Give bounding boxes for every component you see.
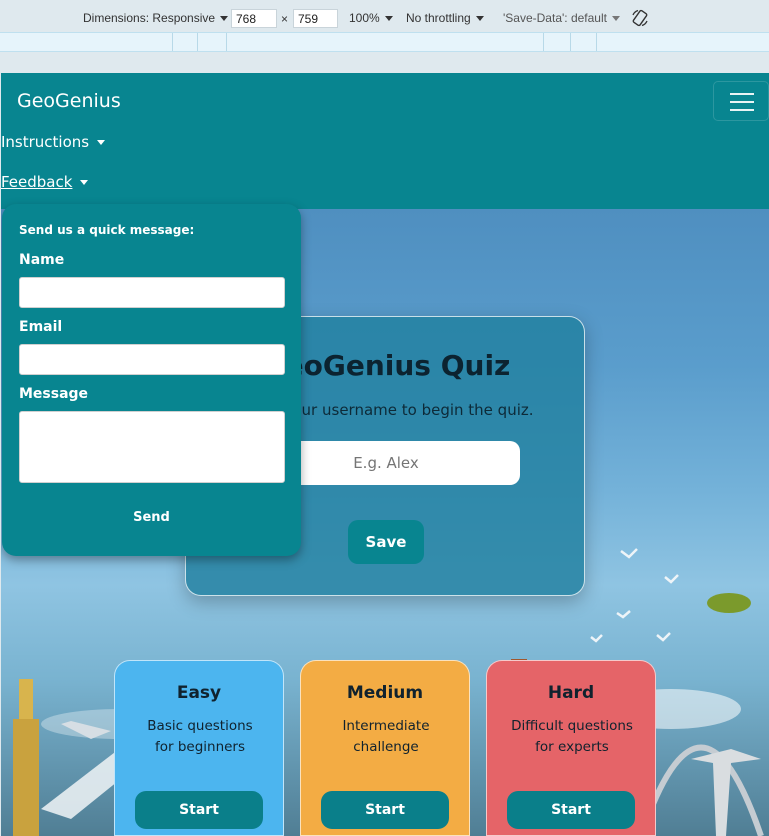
times-symbol: × — [281, 12, 289, 26]
send-button[interactable]: Send — [2, 510, 301, 525]
dimensions-dropdown[interactable]: Dimensions: Responsive — [83, 11, 229, 25]
zoom-dropdown[interactable]: 100% — [349, 11, 393, 25]
message-label: Message — [19, 386, 89, 402]
start-easy-button[interactable]: Start — [135, 791, 263, 829]
throttling-label: No throttling — [406, 11, 471, 25]
email-label: Email — [19, 319, 63, 335]
nav-instructions-dropdown[interactable]: Instructions — [1, 133, 106, 151]
nav-instructions-label: Instructions — [1, 133, 90, 151]
level-description-line: Intermediate — [342, 718, 430, 734]
level-description-line: for beginners — [154, 739, 246, 755]
navbar: GeoGenius Instructions Feedback — [1, 73, 769, 209]
chevron-down-icon — [475, 16, 484, 22]
level-description: Basic questions for beginners — [125, 716, 275, 758]
level-title: Easy — [176, 683, 222, 703]
rotate-icon[interactable] — [630, 8, 650, 31]
nav-feedback-dropdown[interactable]: Feedback — [1, 173, 89, 191]
viewport-width-input[interactable] — [231, 9, 277, 28]
name-field[interactable] — [19, 277, 285, 308]
start-hard-button[interactable]: Start — [507, 791, 635, 829]
throttling-dropdown[interactable]: No throttling — [406, 11, 484, 25]
level-title: Medium — [346, 683, 424, 703]
page-viewport: GeoGenius Instructions Feedback GeoGeniu… — [1, 73, 769, 836]
level-title: Hard — [547, 683, 595, 703]
level-description-line: Basic questions — [147, 718, 253, 734]
chevron-down-icon — [384, 16, 393, 22]
name-label: Name — [19, 252, 65, 268]
email-field[interactable] — [19, 344, 285, 375]
feedback-dropdown-form: Send us a quick message: Name Email Mess… — [2, 204, 301, 556]
save-button[interactable]: Save — [348, 520, 424, 564]
chevron-down-icon — [220, 16, 229, 22]
chevron-down-icon — [611, 16, 620, 22]
save-data-label: 'Save-Data': default — [503, 11, 607, 25]
level-description-line: for experts — [535, 739, 609, 755]
level-card-easy: Easy Basic questions for beginners Start — [114, 660, 284, 836]
dimensions-label: Dimensions: Responsive — [83, 11, 216, 25]
save-data-dropdown[interactable]: 'Save-Data': default — [503, 11, 620, 25]
brand-logo[interactable]: GeoGenius — [17, 90, 121, 112]
level-card-hard: Hard Difficult questions for experts Sta… — [486, 660, 656, 836]
chevron-down-icon — [97, 140, 106, 145]
viewport-height-input[interactable] — [293, 9, 338, 28]
devtools-toolbar: Dimensions: Responsive × 100% No throttl… — [0, 0, 769, 73]
level-description-line: Difficult questions — [511, 718, 633, 734]
level-description: Intermediate challenge — [311, 716, 461, 758]
nav-feedback-label: Feedback — [1, 173, 73, 191]
media-query-ruler — [0, 32, 769, 52]
level-description: Difficult questions for experts — [497, 716, 647, 758]
message-field[interactable] — [19, 411, 285, 483]
hamburger-menu-button[interactable] — [713, 81, 769, 121]
chevron-down-icon — [80, 180, 89, 185]
start-medium-button[interactable]: Start — [321, 791, 449, 829]
level-description-line: challenge — [353, 739, 419, 755]
level-card-medium: Medium Intermediate challenge Start — [300, 660, 470, 836]
feedback-intro: Send us a quick message: — [19, 223, 195, 237]
zoom-label: 100% — [349, 11, 380, 25]
